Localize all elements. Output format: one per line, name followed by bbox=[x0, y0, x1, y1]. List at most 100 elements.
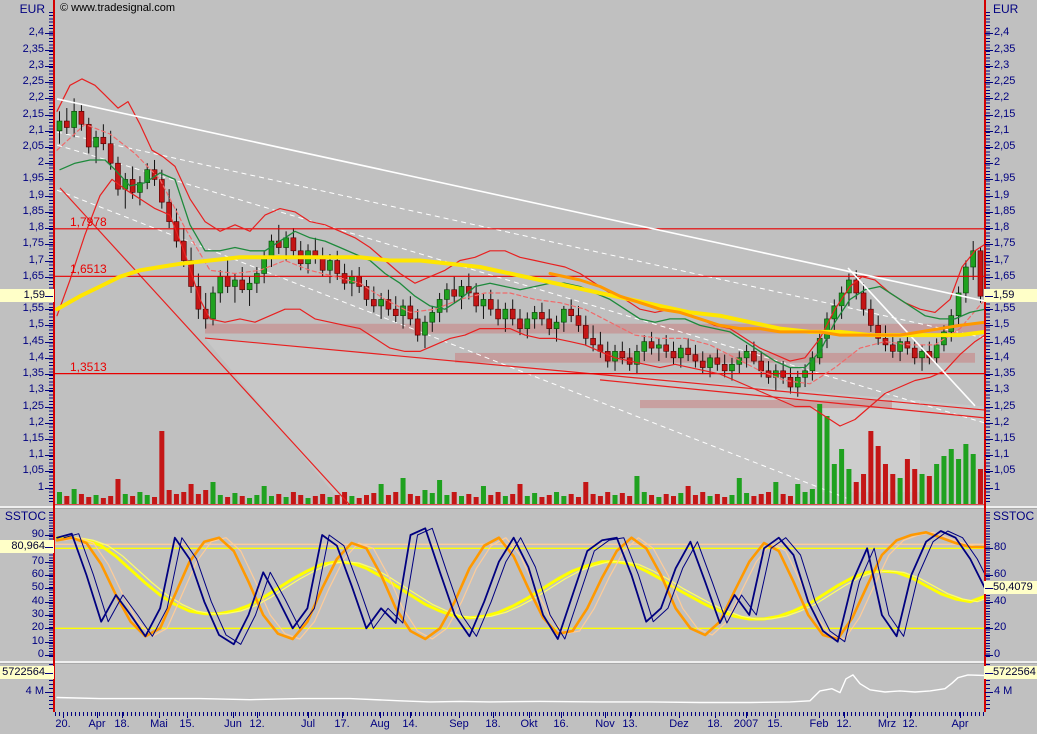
major-tick bbox=[45, 342, 53, 343]
axis-tick-label: 1,05 bbox=[994, 464, 1015, 477]
date-axis-label: 16. bbox=[553, 718, 568, 730]
major-tick bbox=[985, 98, 993, 99]
major-tick bbox=[45, 309, 53, 310]
axis-tick-label: 1,2 bbox=[994, 416, 1009, 429]
major-tick bbox=[45, 163, 53, 164]
axis-tick-label: 2,15 bbox=[23, 108, 44, 121]
axis-tick-label: 1 bbox=[38, 481, 44, 494]
date-major-tick bbox=[459, 712, 460, 718]
major-tick bbox=[45, 131, 53, 132]
major-tick bbox=[985, 163, 993, 164]
date-axis-ticks bbox=[55, 712, 985, 716]
axis-tick-label: 1,25 bbox=[23, 400, 44, 413]
major-tick bbox=[985, 673, 993, 674]
axis-tick-label: 0 bbox=[994, 648, 1000, 661]
axis-tick-label: 1,9 bbox=[994, 189, 1009, 202]
date-axis-label: Okt bbox=[520, 718, 537, 730]
major-tick bbox=[985, 33, 993, 34]
date-axis-label: 18. bbox=[114, 718, 129, 730]
major-tick bbox=[45, 82, 53, 83]
major-tick bbox=[985, 66, 993, 67]
right-currency-title: EUR bbox=[993, 2, 1018, 16]
chart-canvas[interactable] bbox=[0, 0, 1037, 734]
axis-tick-label: 1,4 bbox=[994, 351, 1009, 364]
axis-tick-label: 1,35 bbox=[23, 367, 44, 380]
date-axis-label: Nov bbox=[595, 718, 615, 730]
date-major-tick bbox=[844, 712, 845, 718]
axis-tick-label: 1,45 bbox=[994, 335, 1015, 348]
axis-tick-label: 60 bbox=[32, 568, 44, 581]
major-tick bbox=[985, 82, 993, 83]
date-axis-label: Sep bbox=[449, 718, 469, 730]
axis-tick-label: 1,3 bbox=[994, 383, 1009, 396]
major-tick bbox=[45, 575, 53, 576]
price-stoch-separator bbox=[0, 506, 1037, 509]
major-tick bbox=[985, 147, 993, 148]
major-tick bbox=[45, 547, 53, 548]
date-major-tick bbox=[715, 712, 716, 718]
axis-tick-label: 2,35 bbox=[994, 43, 1015, 56]
axis-tick-label: 40 bbox=[994, 595, 1006, 608]
major-tick bbox=[985, 296, 993, 297]
date-axis-label: 15. bbox=[767, 718, 782, 730]
major-tick bbox=[985, 261, 993, 262]
axis-tick-label: 1,8 bbox=[994, 221, 1009, 234]
date-axis-label: 2007 bbox=[734, 718, 758, 730]
axis-tick-label: 2,25 bbox=[23, 75, 44, 88]
axis-tick-label: 1,2 bbox=[29, 416, 44, 429]
date-major-tick bbox=[63, 712, 64, 718]
major-tick bbox=[45, 374, 53, 375]
major-tick bbox=[45, 488, 53, 489]
major-tick bbox=[985, 50, 993, 51]
axis-tick-label: 1,65 bbox=[994, 270, 1015, 283]
date-major-tick bbox=[122, 712, 123, 718]
major-tick bbox=[45, 228, 53, 229]
major-tick bbox=[985, 455, 993, 456]
axis-tick-label: 80 bbox=[994, 541, 1006, 554]
date-major-tick bbox=[605, 712, 606, 718]
axis-tick-label: 70 bbox=[32, 555, 44, 568]
axis-tick-label: 1,9 bbox=[29, 189, 44, 202]
axis-tick-label: 2,05 bbox=[994, 140, 1015, 153]
major-tick bbox=[45, 325, 53, 326]
major-tick bbox=[985, 277, 993, 278]
date-axis-label: 13. bbox=[622, 718, 637, 730]
axis-tick-label: 2,4 bbox=[29, 26, 44, 39]
major-tick bbox=[45, 212, 53, 213]
axis-tick-label: 1,75 bbox=[994, 237, 1015, 250]
major-tick bbox=[45, 33, 53, 34]
date-axis-label: 17. bbox=[334, 718, 349, 730]
axis-tick-label: 1,5 bbox=[29, 318, 44, 331]
major-tick bbox=[985, 325, 993, 326]
right-axis-label-strip: EUR SSTOC 2,42,352,32,252,22,152,12,0521… bbox=[984, 0, 1037, 734]
axis-tick-label: 1,05 bbox=[23, 464, 44, 477]
date-axis-label: Jul bbox=[301, 718, 315, 730]
axis-tick-label: 40 bbox=[32, 595, 44, 608]
axis-tick-label: 30 bbox=[32, 608, 44, 621]
trading-chart-window: EUR SSTOC 2,42,352,32,252,22,152,12,0521… bbox=[0, 0, 1037, 734]
major-tick bbox=[45, 423, 53, 424]
axis-tick-label: 10 bbox=[32, 635, 44, 648]
sr-price-label: 1,7978 bbox=[70, 215, 107, 229]
axis-tick-label: 1,4 bbox=[29, 351, 44, 364]
date-major-tick bbox=[410, 712, 411, 718]
major-tick bbox=[985, 374, 993, 375]
date-axis-label: 12. bbox=[902, 718, 917, 730]
major-tick bbox=[985, 358, 993, 359]
date-major-tick bbox=[746, 712, 747, 718]
major-tick bbox=[985, 228, 993, 229]
major-tick bbox=[985, 655, 993, 656]
major-tick bbox=[45, 244, 53, 245]
axis-tick-label: 1,85 bbox=[994, 205, 1015, 218]
date-axis-label: Mai bbox=[150, 718, 168, 730]
major-tick bbox=[985, 488, 993, 489]
left-axis-label-strip: EUR SSTOC 2,42,352,32,252,22,152,12,0521… bbox=[0, 0, 54, 734]
axis-tick-label: 1,7 bbox=[994, 254, 1009, 267]
major-tick bbox=[985, 196, 993, 197]
date-major-tick bbox=[960, 712, 961, 718]
axis-tick-label: 1,55 bbox=[994, 302, 1015, 315]
axis-tick-label: 2,2 bbox=[29, 91, 44, 104]
date-axis-label: 20. bbox=[55, 718, 70, 730]
major-tick bbox=[45, 50, 53, 51]
axis-tick-label: 1 bbox=[994, 481, 1000, 494]
